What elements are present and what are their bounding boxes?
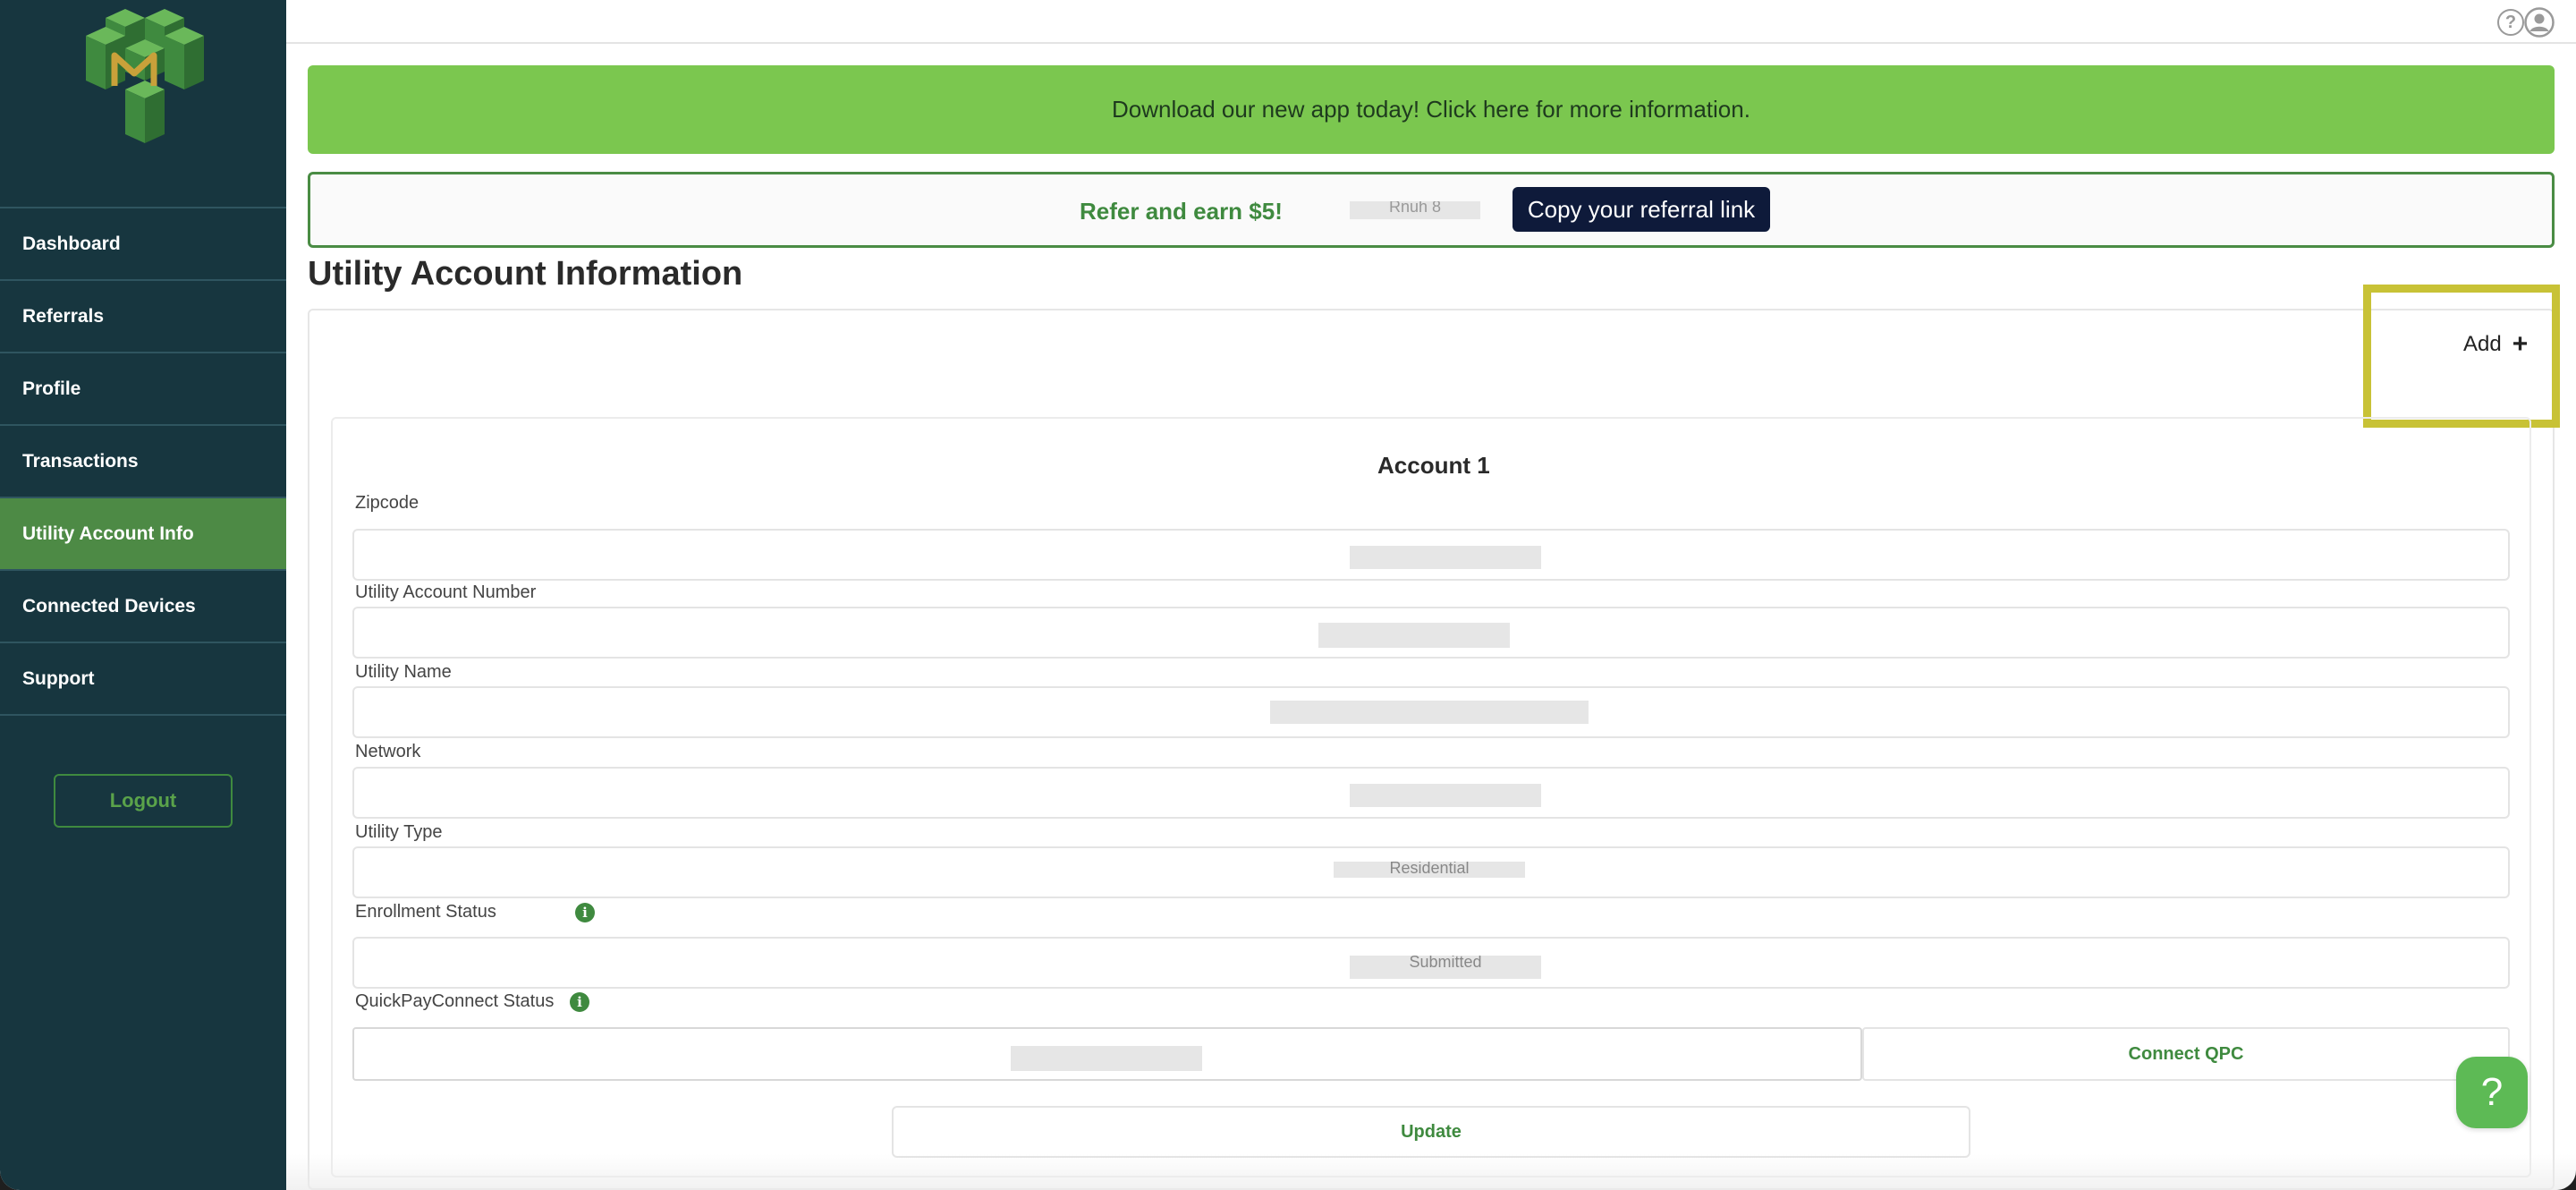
referral-text: Refer and earn $5!: [1080, 198, 1283, 225]
referral-code-redacted: Rnuh 8: [1350, 201, 1480, 219]
qpc-status-label: QuickPayConnect Status: [355, 991, 555, 1011]
logout-button[interactable]: Logout: [54, 774, 233, 828]
cube-m-logo-icon: [86, 9, 204, 143]
add-label: Add: [2463, 332, 2502, 356]
top-icons: ?: [2497, 7, 2555, 38]
sidebar-item-connected-devices[interactable]: Connected Devices: [0, 571, 286, 643]
account-title: Account 1: [1377, 452, 1490, 479]
utility-type-label: Utility Type: [355, 822, 443, 842]
utility-name-value-redacted: [1270, 701, 1589, 724]
network-label: Network: [355, 742, 421, 761]
enrollment-status-value-redacted: Submitted: [1350, 956, 1541, 979]
utility-type-value-redacted: Residential: [1334, 862, 1525, 878]
copy-referral-link-button[interactable]: Copy your referral link: [1513, 187, 1770, 232]
question-mark-icon[interactable]: ?: [2456, 1057, 2528, 1128]
network-value-redacted: [1350, 784, 1541, 807]
user-circle-icon[interactable]: [2524, 7, 2555, 38]
sidebar-item-transactions[interactable]: Transactions: [0, 426, 286, 498]
sidebar: Dashboard Referrals Profile Transactions…: [0, 0, 286, 1190]
update-button[interactable]: Update: [892, 1106, 1970, 1158]
referral-banner: Refer and earn $5! Rnuh 8 Copy your refe…: [308, 172, 2555, 248]
sidebar-item-support[interactable]: Support: [0, 643, 286, 716]
connect-qpc-button[interactable]: Connect QPC: [1862, 1027, 2510, 1081]
zipcode-value-redacted: [1350, 546, 1541, 569]
add-account-button[interactable]: Add +: [2463, 331, 2528, 358]
plus-icon: +: [2512, 329, 2529, 359]
account-number-value-redacted: [1318, 623, 1510, 648]
question-circle-icon[interactable]: ?: [2497, 9, 2524, 36]
sidebar-item-dashboard[interactable]: Dashboard: [0, 208, 286, 281]
zipcode-label: Zipcode: [355, 493, 419, 513]
info-icon[interactable]: i: [575, 903, 595, 922]
app-window: Dashboard Referrals Profile Transactions…: [0, 0, 2576, 1190]
top-bar: ?: [286, 0, 2576, 44]
qpc-status-value-redacted: [1011, 1046, 1202, 1071]
utility-name-label: Utility Name: [355, 662, 452, 682]
info-icon[interactable]: i: [570, 992, 589, 1012]
add-highlight-box: [2363, 285, 2560, 428]
sidebar-item-referrals[interactable]: Referrals: [0, 281, 286, 353]
sidebar-nav: Dashboard Referrals Profile Transactions…: [0, 207, 286, 716]
account-number-label: Utility Account Number: [355, 582, 537, 602]
app-download-banner[interactable]: Download our new app today! Click here f…: [308, 65, 2555, 154]
enrollment-status-label: Enrollment Status: [355, 902, 496, 922]
page-title: Utility Account Information: [308, 255, 743, 293]
sidebar-item-utility-account-info[interactable]: Utility Account Info: [0, 498, 286, 571]
sidebar-item-profile[interactable]: Profile: [0, 353, 286, 426]
